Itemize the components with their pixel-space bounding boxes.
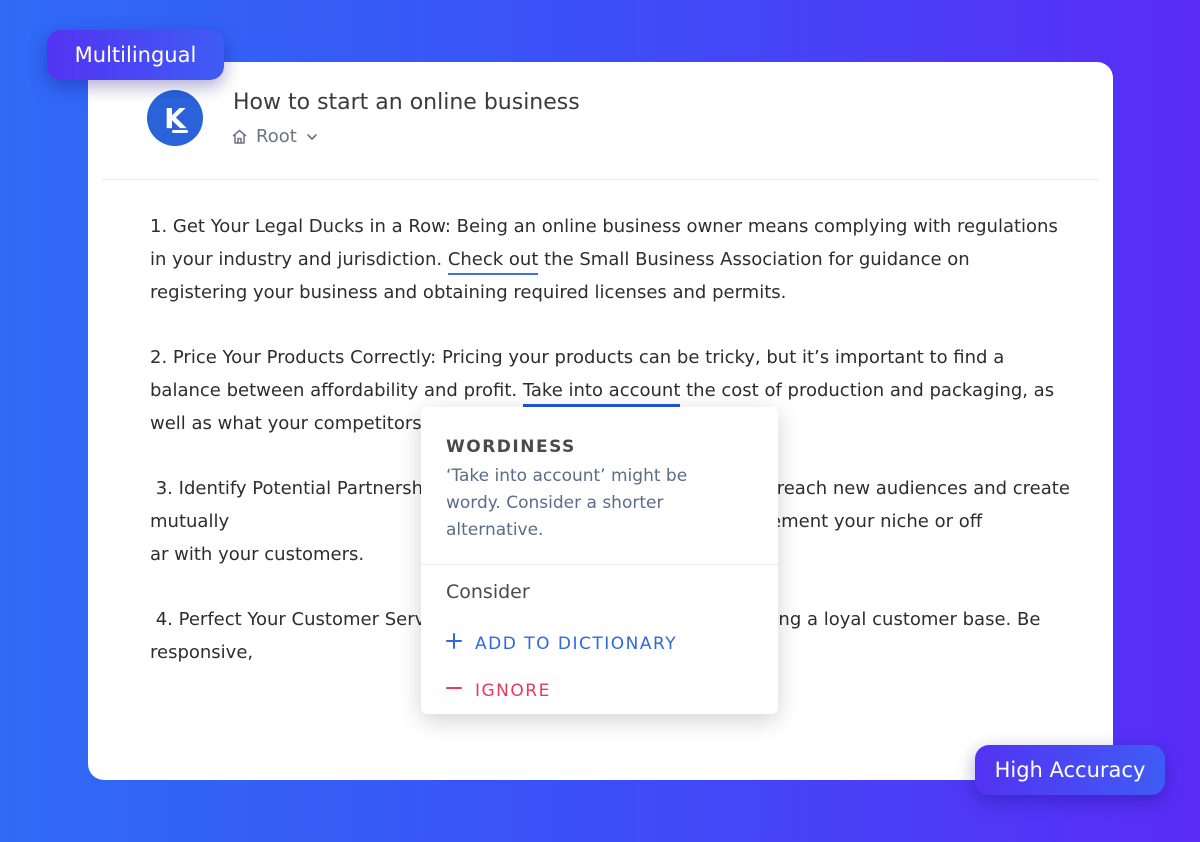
high-accuracy-badge: High Accuracy (975, 745, 1165, 795)
app-logo: K (147, 90, 203, 146)
add-to-dictionary-label: ADD TO DICTIONARY (475, 633, 678, 654)
plus-icon (445, 632, 463, 655)
ignore-label: IGNORE (475, 680, 551, 701)
document-title: How to start an online business (233, 90, 580, 115)
suggestion-description: ‘Take into account’ might be wordy. Cons… (446, 466, 688, 540)
document-header: K How to start an online business Root (88, 62, 1113, 180)
suggestion-category: WORDINESS (446, 437, 576, 457)
minus-icon (445, 679, 463, 702)
logo-underline (172, 130, 188, 133)
suggestion-popup: WORDINESS ‘Take into account’ might be w… (421, 407, 778, 714)
flagged-phrase-take-into-account[interactable]: Take into account (522, 380, 681, 407)
breadcrumb[interactable]: Root (231, 126, 319, 147)
flagged-phrase-check-out[interactable]: Check out (447, 249, 539, 275)
chevron-down-icon[interactable] (305, 130, 319, 144)
header-divider (102, 179, 1099, 180)
consider-label: Consider (446, 581, 530, 603)
breadcrumb-label: Root (256, 126, 297, 147)
ignore-button[interactable]: IGNORE (445, 679, 551, 702)
popup-divider (421, 564, 778, 565)
home-icon (231, 128, 248, 145)
add-to-dictionary-button[interactable]: ADD TO DICTIONARY (445, 632, 677, 655)
paragraph-1: 1. Get Your Legal Ducks in a Row: Being … (150, 210, 1070, 309)
multilingual-badge: Multilingual (47, 30, 224, 80)
